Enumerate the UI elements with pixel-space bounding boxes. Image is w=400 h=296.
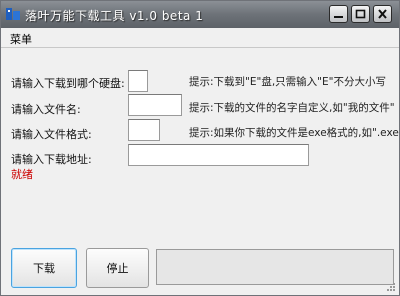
download-progress-bar — [156, 249, 394, 285]
format-hint: 提示:如果你下载的文件是exe格式的,如".exe" — [189, 127, 400, 139]
resize-grip-icon[interactable] — [386, 282, 396, 292]
close-button[interactable] — [373, 5, 392, 23]
close-icon — [378, 9, 387, 19]
format-input[interactable] — [128, 119, 160, 141]
download-button[interactable]: 下载 — [11, 248, 77, 288]
menu-item-menu[interactable]: 菜单 — [10, 31, 32, 47]
menu-bar: 菜单 — [1, 28, 399, 48]
url-label: 请输入下载地址: — [11, 153, 92, 166]
app-icon — [6, 8, 20, 20]
drive-label: 请输入下载到哪个硬盘: — [11, 77, 125, 90]
url-input[interactable] — [128, 144, 309, 166]
minimize-button[interactable] — [329, 5, 348, 23]
title-bar[interactable]: 落叶万能下载工具 v1.0 beta 1 — [1, 1, 399, 28]
minimize-icon — [334, 16, 343, 18]
stop-button[interactable]: 停止 — [86, 248, 149, 288]
app-window: 落叶万能下载工具 v1.0 beta 1 菜单 请输入下载到哪个硬盘: 提示:下… — [0, 0, 400, 296]
filename-hint: 提示:下载的文件的名字自定义,如"我的文件" — [189, 102, 395, 114]
filename-label: 请输入文件名: — [11, 103, 81, 116]
drive-input[interactable] — [128, 70, 148, 92]
window-title: 落叶万能下载工具 v1.0 beta 1 — [25, 9, 204, 23]
maximize-button[interactable] — [351, 5, 370, 23]
drive-hint: 提示:下载到"E"盘,只需输入"E"不分大小写 — [189, 76, 386, 88]
maximize-icon — [355, 9, 366, 19]
format-label: 请输入文件格式: — [11, 128, 92, 141]
filename-input[interactable] — [128, 94, 182, 116]
status-text: 就绪 — [11, 168, 33, 181]
